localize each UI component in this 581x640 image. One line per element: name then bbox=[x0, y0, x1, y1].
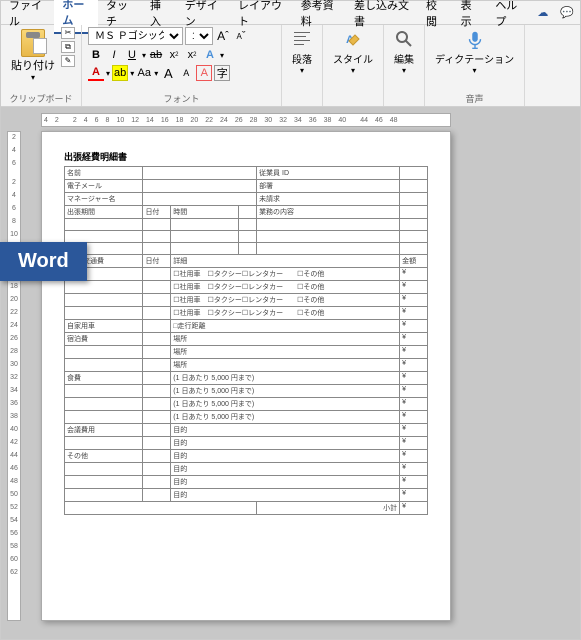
group-editing: 編集 ▾ bbox=[384, 25, 425, 106]
paste-label: 貼り付け bbox=[11, 57, 55, 73]
document-canvas[interactable]: 4224681012141618202224262830323436384044… bbox=[1, 107, 580, 639]
group-voice: ディクテーション ▾ 音声 bbox=[425, 25, 525, 106]
ribbon: 貼り付け ▾ ✂ ⧉ ✎ クリップボード ＭＳ Ｐゴシック 14 Aˆ Aˇ bbox=[1, 25, 580, 107]
grow-font-button[interactable]: Aˆ bbox=[215, 28, 231, 44]
clipboard-label: クリップボード bbox=[7, 91, 75, 105]
char-grow-button[interactable]: A bbox=[160, 65, 176, 81]
paragraph-icon bbox=[292, 29, 312, 49]
font-group-label: フォント bbox=[88, 91, 275, 105]
search-icon bbox=[394, 29, 414, 49]
document-page[interactable]: 出張経費明細書 名前従業員 ID 電子メール部署 マネージャー名未請求 出張期間… bbox=[41, 131, 451, 621]
paste-button[interactable]: 貼り付け ▾ bbox=[7, 27, 59, 84]
horizontal-ruler[interactable]: 4224681012141618202224262830323436384044… bbox=[41, 113, 451, 127]
ribbon-tabs: ファイル ホーム タッチ 挿入 デザイン レイアウト 参考資料 差し込み文書 校… bbox=[1, 1, 580, 25]
editing-button[interactable]: 編集 ▾ bbox=[390, 27, 418, 77]
voice-label: 音声 bbox=[431, 91, 518, 105]
char-shrink-button[interactable]: A bbox=[178, 65, 194, 81]
text-effects-button[interactable]: A bbox=[202, 47, 218, 63]
change-case-button[interactable]: Aa bbox=[136, 65, 152, 81]
group-font: ＭＳ Ｐゴシック 14 Aˆ Aˇ B I U ▾ ab x2 x2 A ▾ bbox=[82, 25, 282, 106]
cut-button[interactable]: ✂ bbox=[61, 27, 75, 39]
underline-button[interactable]: U bbox=[124, 47, 140, 63]
italic-button[interactable]: I bbox=[106, 47, 122, 63]
styles-icon: A bbox=[343, 29, 363, 49]
share-icon[interactable]: ☁ bbox=[531, 2, 554, 23]
font-size-select[interactable]: 14 bbox=[185, 27, 213, 45]
group-styles: A スタイル ▾ bbox=[323, 25, 384, 106]
copy-button[interactable]: ⧉ bbox=[61, 41, 75, 53]
highlight-button[interactable]: ab bbox=[112, 65, 128, 81]
format-painter-button[interactable]: ✎ bbox=[61, 55, 75, 67]
doc-title: 出張経費明細書 bbox=[64, 150, 428, 163]
subscript-button[interactable]: x2 bbox=[166, 47, 182, 63]
font-color-button[interactable]: A bbox=[88, 65, 104, 81]
bold-button[interactable]: B bbox=[88, 47, 104, 63]
group-clipboard: 貼り付け ▾ ✂ ⧉ ✎ クリップボード bbox=[1, 25, 82, 106]
clear-format-button[interactable]: A bbox=[196, 65, 212, 81]
superscript-button[interactable]: x2 bbox=[184, 47, 200, 63]
font-name-select[interactable]: ＭＳ Ｐゴシック bbox=[88, 27, 183, 45]
paragraph-button[interactable]: 段落 ▾ bbox=[288, 27, 316, 77]
comments-icon[interactable]: 💬 bbox=[554, 2, 580, 23]
shrink-font-button[interactable]: Aˇ bbox=[233, 28, 249, 44]
styles-button[interactable]: A スタイル ▾ bbox=[329, 27, 377, 77]
dictation-button[interactable]: ディクテーション ▾ bbox=[431, 27, 518, 77]
enclose-char-button[interactable]: 字 bbox=[214, 65, 230, 81]
strike-button[interactable]: ab bbox=[148, 47, 164, 63]
mic-icon bbox=[464, 29, 486, 51]
group-paragraph: 段落 ▾ bbox=[282, 25, 323, 106]
chevron-down-icon: ▾ bbox=[31, 73, 35, 82]
vertical-ruler[interactable]: 2462468101214161820222426283032343638404… bbox=[7, 131, 21, 621]
expense-table[interactable]: 名前従業員 ID 電子メール部署 マネージャー名未請求 出張期間日付時間業務の内… bbox=[64, 166, 428, 515]
word-badge: Word bbox=[0, 242, 87, 281]
